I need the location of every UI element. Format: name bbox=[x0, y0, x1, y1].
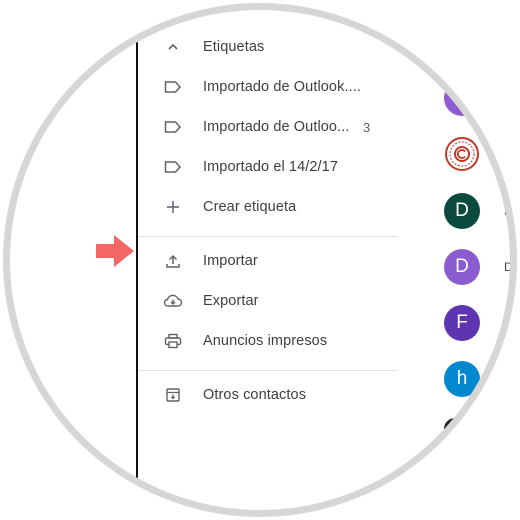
contact-name-fragment: D bbox=[504, 260, 510, 274]
other-contacts-text: Otros contactos bbox=[203, 387, 307, 403]
contact-avatar[interactable]: D bbox=[444, 193, 480, 229]
divider bbox=[138, 370, 398, 371]
printer-icon bbox=[162, 330, 184, 352]
archive-icon bbox=[162, 384, 184, 406]
arrow-right-icon bbox=[96, 235, 134, 267]
print-button[interactable]: Anuncios impresos bbox=[138, 323, 398, 359]
contact-avatar-partial[interactable] bbox=[444, 418, 466, 440]
contact-avatar[interactable] bbox=[444, 80, 480, 116]
export-text: Exportar bbox=[203, 293, 259, 309]
import-text: Importar bbox=[203, 253, 258, 269]
contact-avatar[interactable]: D bbox=[444, 249, 480, 285]
cloud-download-icon bbox=[162, 290, 184, 312]
contact-name-fragment: L bbox=[504, 204, 510, 218]
labels-header-text: Etiquetas bbox=[203, 39, 265, 55]
label-icon bbox=[162, 116, 184, 138]
label-icon bbox=[162, 76, 184, 98]
export-button[interactable]: Exportar bbox=[138, 283, 398, 319]
create-label-button[interactable]: Crear etiqueta bbox=[138, 189, 398, 225]
contact-avatar[interactable]: h bbox=[444, 361, 480, 397]
label-item-text: Importado de Outloo... bbox=[203, 119, 350, 135]
contact-avatar[interactable]: F bbox=[444, 305, 480, 341]
label-item-text: Importado de Outlook.... bbox=[203, 79, 361, 95]
label-item-imported-date[interactable]: Importado el 14/2/17 bbox=[138, 149, 398, 185]
zoomed-view: Etiquetas Importado de Outlook.... Impor… bbox=[10, 10, 510, 510]
contact-initial: h bbox=[456, 368, 468, 389]
plus-icon bbox=[162, 196, 184, 218]
chevron-up-icon bbox=[162, 36, 184, 58]
copyright-seal-icon bbox=[445, 137, 479, 171]
contact-avatar-logo[interactable] bbox=[444, 136, 480, 172]
labels-header[interactable]: Etiquetas bbox=[138, 29, 398, 65]
contact-initial: F bbox=[456, 312, 468, 333]
label-icon bbox=[162, 156, 184, 178]
contact-initial: D bbox=[455, 256, 469, 277]
label-item-outlook-2[interactable]: Importado de Outloo... 3 bbox=[138, 109, 398, 145]
label-item-outlook-1[interactable]: Importado de Outlook.... bbox=[138, 69, 398, 105]
print-text: Anuncios impresos bbox=[203, 333, 328, 349]
divider bbox=[138, 236, 398, 237]
upload-icon bbox=[162, 250, 184, 272]
import-button[interactable]: Importar bbox=[138, 243, 398, 279]
contact-initial: D bbox=[455, 200, 469, 221]
label-count: 3 bbox=[363, 119, 371, 135]
other-contacts-button[interactable]: Otros contactos bbox=[138, 377, 398, 413]
create-label-text: Crear etiqueta bbox=[203, 199, 297, 215]
label-item-text: Importado el 14/2/17 bbox=[203, 159, 339, 175]
